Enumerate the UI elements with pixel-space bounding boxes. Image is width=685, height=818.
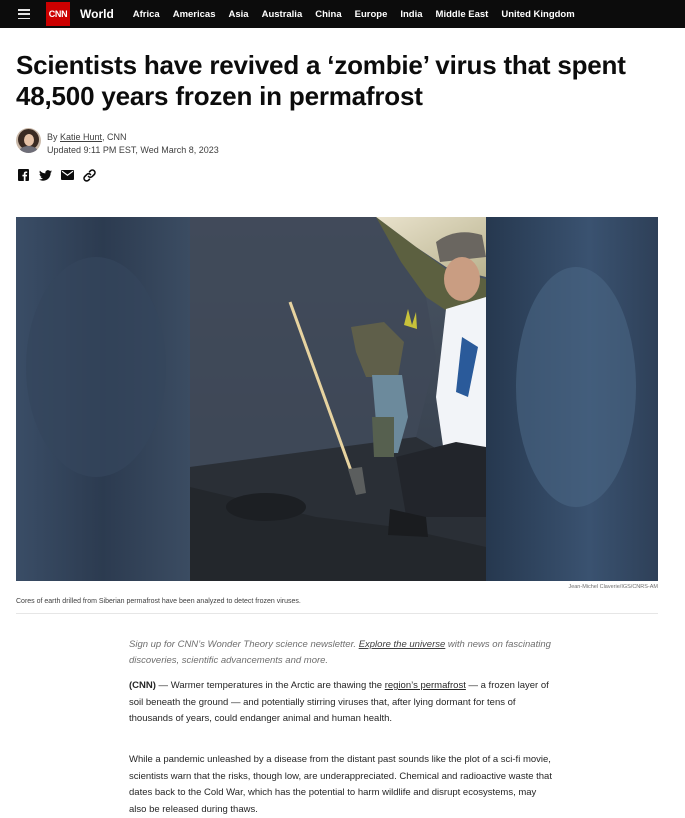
nav-link-middle-east[interactable]: Middle East [436, 9, 489, 20]
section-title-world[interactable]: World [80, 7, 114, 21]
byline: By Katie Hunt, CNN [47, 130, 127, 144]
share-bar [16, 168, 104, 182]
paragraph-1: (CNN) — Warmer temperatures in the Arcti… [129, 678, 554, 728]
permafrost-link[interactable]: region’s permafrost [385, 680, 466, 691]
photo-credit: Jean-Michel Claverie/IGS/CNRS-AM [568, 584, 658, 590]
section-nav-links: Africa Americas Asia Australia China Eur… [120, 9, 575, 20]
nav-link-africa[interactable]: Africa [133, 9, 160, 20]
nav-link-americas[interactable]: Americas [173, 9, 216, 20]
menu-icon[interactable] [18, 9, 30, 19]
permafrost-photo [16, 217, 658, 581]
article-headline: Scientists have revived a ‘zombie’ virus… [16, 50, 626, 111]
twitter-icon[interactable] [38, 168, 52, 182]
nav-link-asia[interactable]: Asia [229, 9, 249, 20]
paragraph-1-text-a: — Warmer temperatures in the Arctic are … [155, 680, 385, 691]
nav-link-australia[interactable]: Australia [262, 9, 303, 20]
newsletter-lead: Sign up for CNN’s Wonder Theory science … [129, 639, 359, 650]
paragraph-2: While a pandemic unleashed by a disease … [129, 754, 552, 815]
facebook-icon[interactable] [16, 168, 30, 182]
byline-source: , CNN [102, 132, 127, 142]
byline-prefix: By [47, 132, 61, 142]
author-avatar[interactable] [16, 128, 41, 153]
nav-link-united-kingdom[interactable]: United Kingdom [501, 9, 574, 20]
image-caption: Cores of earth drilled from Siberian per… [16, 598, 301, 605]
divider [16, 613, 658, 614]
nav-link-europe[interactable]: Europe [355, 9, 388, 20]
newsletter-link[interactable]: Explore the universe [359, 639, 446, 650]
dateline-tag: (CNN) [129, 680, 156, 691]
link-icon[interactable] [82, 168, 96, 182]
updated-timestamp: Updated 9:11 PM EST, Wed March 8, 2023 [47, 145, 219, 155]
author-link[interactable]: Katie Hunt [60, 132, 102, 142]
nav-link-india[interactable]: India [400, 9, 422, 20]
lead-image[interactable] [16, 217, 658, 581]
newsletter-promo: Sign up for CNN’s Wonder Theory science … [129, 637, 554, 669]
top-navigation: CNN World Africa Americas Asia Australia… [0, 0, 685, 28]
cnn-logo[interactable]: CNN [46, 2, 70, 26]
email-icon[interactable] [60, 168, 74, 182]
nav-link-china[interactable]: China [315, 9, 341, 20]
